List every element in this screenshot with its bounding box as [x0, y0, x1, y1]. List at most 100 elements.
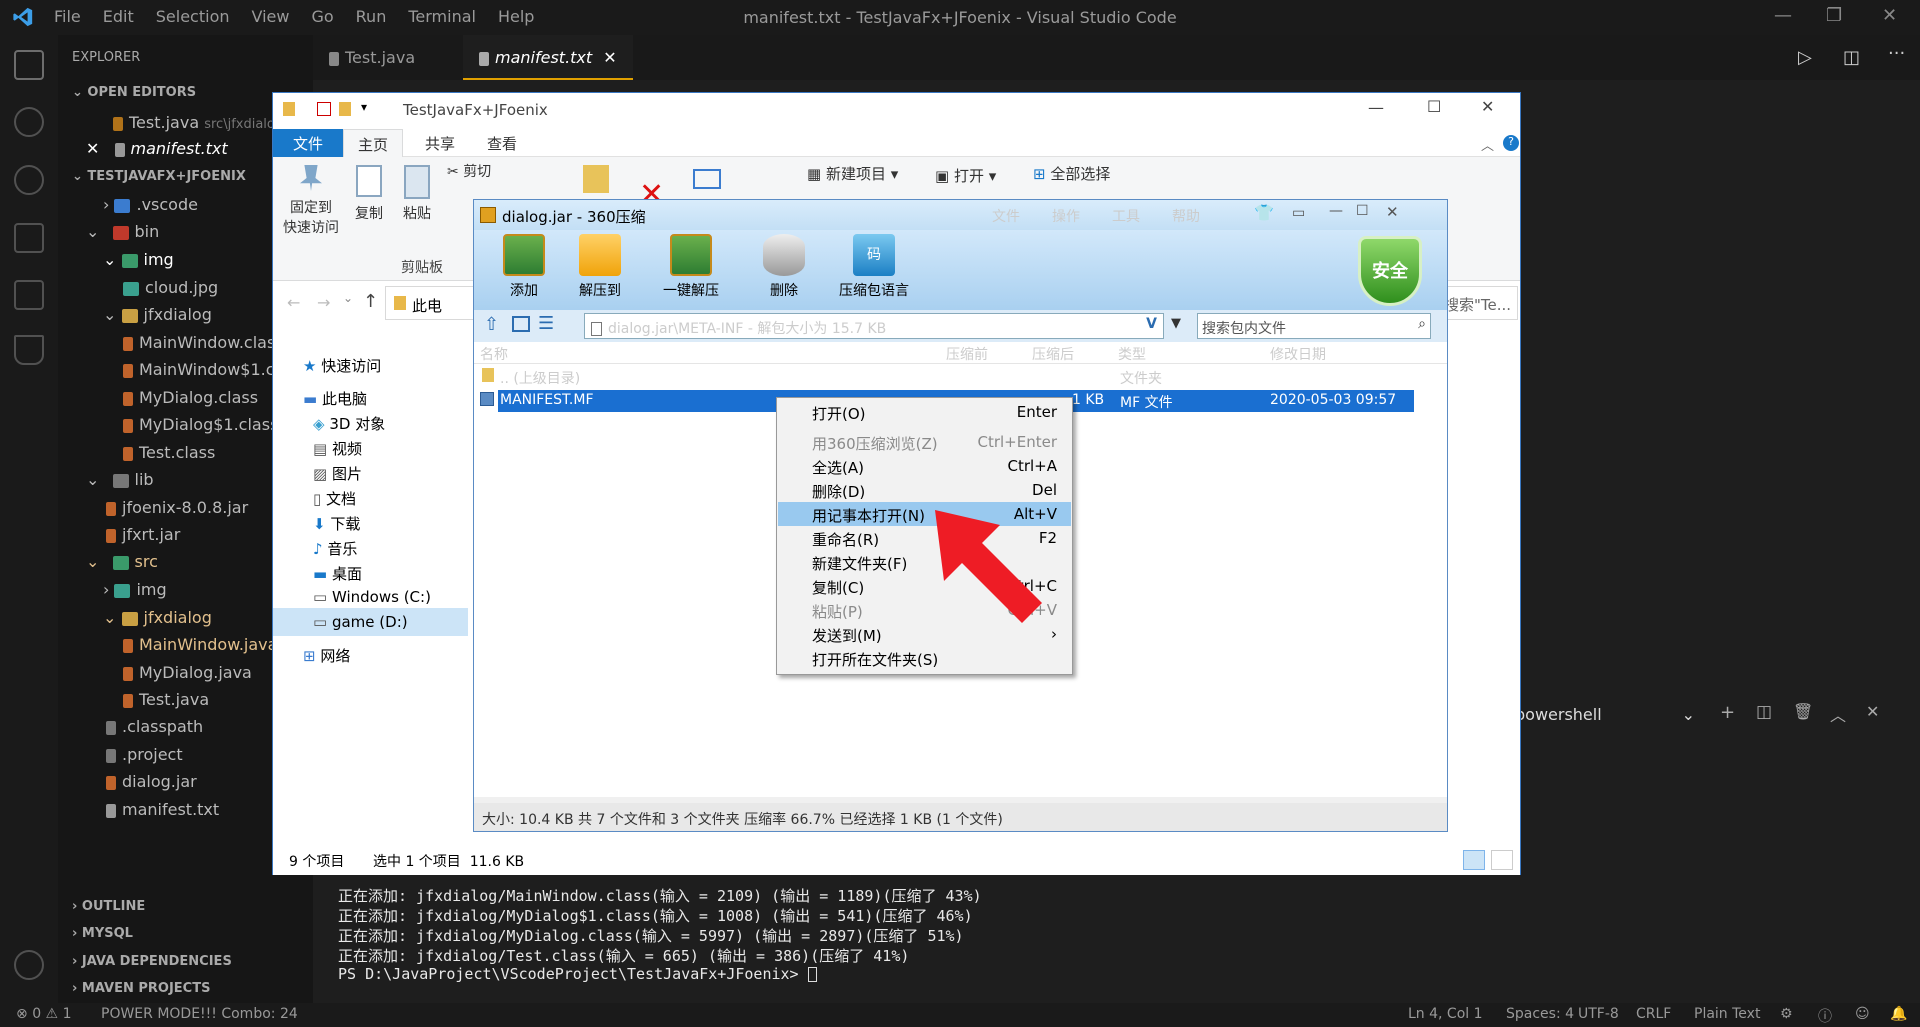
collapse-ribbon-icon[interactable]: ︿	[1481, 135, 1494, 154]
tree-item[interactable]: Test.class	[123, 443, 215, 462]
tree-item[interactable]: MyDialog$1.class	[123, 415, 278, 434]
col-before[interactable]: 压缩前	[946, 344, 988, 364]
nav-quick-access[interactable]: ★ 快速访问	[303, 355, 381, 376]
cut-button[interactable]: ✂ 剪切	[447, 161, 491, 181]
mysql-header[interactable]: › MYSQL	[72, 926, 133, 941]
minimize-icon[interactable]: —	[1368, 98, 1384, 117]
archive-language-button[interactable]: 码压缩包语言	[824, 234, 924, 300]
tree-item[interactable]: jfoenix-8.0.8.jar	[106, 498, 248, 517]
tree-item[interactable]: ⌄ lib	[86, 470, 154, 489]
zip-menu-help[interactable]: 帮助	[1172, 206, 1200, 226]
up-icon[interactable]: ↑	[363, 291, 378, 312]
close-icon[interactable]: ✕	[1481, 97, 1494, 116]
thumbnail-view-icon[interactable]	[512, 316, 530, 332]
split-editor-icon[interactable]: ◫	[1843, 47, 1860, 68]
close-icon[interactable]: ✕	[1882, 5, 1897, 26]
zip-menu-tools[interactable]: 工具	[1112, 206, 1140, 226]
close-icon[interactable]: ✕	[1386, 203, 1399, 221]
rename-icon[interactable]	[693, 169, 721, 189]
menu-item-select-all[interactable]: 全选(A) Ctrl+A	[778, 454, 1071, 478]
extract-to-button[interactable]: 解压到	[560, 234, 640, 300]
zip-menu-operate[interactable]: 操作	[1052, 206, 1080, 226]
tree-item[interactable]: manifest.txt	[106, 800, 219, 819]
col-after[interactable]: 压缩后	[1032, 344, 1074, 364]
nav-drive-c[interactable]: ▭ Windows (C:)	[313, 588, 431, 606]
minimize-icon[interactable]: —	[1774, 5, 1792, 26]
open-editor-item-active[interactable]: ✕ manifest.txt	[86, 139, 228, 158]
explorer-icon[interactable]	[14, 50, 44, 80]
address-input[interactable]: 此电	[385, 286, 481, 320]
paste-button[interactable]: 粘贴	[397, 165, 437, 223]
open-editors-header[interactable]: ⌄ OPEN EDITORS	[72, 85, 196, 100]
tree-item[interactable]: ⌄ img	[103, 250, 174, 269]
pin-quick-access-button[interactable]: 固定到 快速访问	[281, 165, 341, 237]
tree-item[interactable]: dialog.jar	[106, 772, 197, 791]
zip-search-input[interactable]: 搜索包内文件 ⌕	[1197, 313, 1431, 339]
tree-item[interactable]: cloud.jpg	[123, 278, 218, 297]
nav-this-pc[interactable]: ▬ 此电脑	[303, 388, 367, 409]
open-editor-item[interactable]: Test.java src\jfxdialog	[113, 113, 283, 132]
indentation[interactable]: Spaces: 4	[1506, 1006, 1574, 1022]
run-icon[interactable]: ▷	[1798, 47, 1812, 68]
maximize-icon[interactable]: ☐	[1356, 203, 1369, 219]
tab-manifest-txt[interactable]: manifest.txt ✕	[463, 35, 633, 80]
skin-icon[interactable]: 👕	[1254, 203, 1274, 222]
add-button[interactable]: 添加	[484, 234, 564, 300]
restore-icon[interactable]: ❐	[1826, 5, 1842, 26]
path-dropdown-icon[interactable]: ▼	[1171, 316, 1181, 331]
nav-3d-objects[interactable]: ◈ 3D 对象	[313, 413, 385, 434]
outline-header[interactable]: › OUTLINE	[72, 899, 145, 914]
tree-item[interactable]: .project	[106, 745, 183, 764]
tree-item[interactable]: ⌄ src	[86, 552, 158, 571]
tree-item[interactable]: MyDialog.java	[123, 663, 252, 682]
nav-videos[interactable]: ▤ 视频	[313, 438, 362, 459]
tab-view[interactable]: 查看	[473, 129, 531, 157]
tab-share[interactable]: 共享	[411, 129, 469, 157]
settings-gear-icon[interactable]	[14, 950, 44, 980]
split-terminal-icon[interactable]: ◫	[1756, 702, 1772, 722]
cursor-position[interactable]: Ln 4, Col 1	[1408, 1006, 1483, 1022]
open-button[interactable]: ▣ 打开 ▾	[935, 165, 996, 186]
tree-item[interactable]: MainWindow.class	[123, 333, 284, 352]
testing-icon[interactable]	[14, 335, 44, 365]
maximize-panel-icon[interactable]: ︿	[1830, 702, 1846, 726]
source-control-icon[interactable]	[14, 165, 44, 195]
eol[interactable]: CRLF	[1636, 1006, 1671, 1022]
nav-documents[interactable]: ▯ 文档	[313, 488, 356, 509]
zip-menu-file[interactable]: 文件	[992, 206, 1020, 226]
copy-button[interactable]: 复制	[349, 165, 389, 223]
nav-desktop[interactable]: ▬ 桌面	[313, 563, 362, 584]
feedback-icon[interactable]: ☺	[1855, 1006, 1870, 1022]
notifications-icon[interactable]: 🔔	[1890, 1006, 1907, 1022]
trash-icon[interactable]: 🗑	[1793, 702, 1813, 721]
nav-drive-d[interactable]: ▭ game (D:)	[313, 613, 408, 631]
tree-item[interactable]: jfxrt.jar	[106, 525, 180, 544]
properties-icon[interactable]	[317, 102, 331, 116]
col-type[interactable]: 类型	[1118, 344, 1146, 364]
feedback-icon[interactable]: ▭	[1292, 205, 1305, 221]
tree-item[interactable]: › .vscode	[103, 195, 198, 214]
maximize-icon[interactable]: ☐	[1427, 97, 1441, 116]
zip-path-field[interactable]: dialog.jar\META-INF - 解包大小为 15.7 KB V	[584, 313, 1164, 339]
select-all-button[interactable]: ⊞ 全部选择	[1033, 163, 1110, 184]
tree-item[interactable]: MainWindow.java	[123, 635, 277, 654]
qat-dropdown-icon[interactable]: ▾	[361, 100, 367, 114]
col-name[interactable]: 名称	[480, 344, 508, 364]
nav-network[interactable]: ⊞ 网络	[303, 645, 350, 666]
tab-test-java[interactable]: Test.java	[313, 35, 463, 80]
project-header[interactable]: ⌄ TESTJAVAFX+JFOENIX	[72, 169, 246, 184]
language-mode[interactable]: Plain Text	[1694, 1006, 1760, 1022]
back-icon[interactable]: ←	[287, 293, 300, 312]
nav-music[interactable]: ♪ 音乐	[313, 538, 357, 559]
large-icons-view-icon[interactable]	[1491, 850, 1513, 870]
search-icon[interactable]	[14, 107, 44, 137]
close-panel-icon[interactable]: ✕	[1866, 702, 1879, 721]
menu-item-delete[interactable]: 删除(D) Del	[778, 478, 1071, 502]
one-click-extract-button[interactable]: 一键解压	[646, 234, 736, 300]
explorer-search-input[interactable]: 搜索"Te...	[1443, 286, 1518, 320]
extensions-icon[interactable]	[14, 280, 44, 310]
menu-item-browse-360[interactable]: 用360压缩浏览(Z) Ctrl+Enter	[778, 430, 1071, 454]
up-level-icon[interactable]: ⇧	[484, 314, 499, 335]
terminal-prompt[interactable]: PS D:\JavaProject\VScodeProject\TestJava…	[338, 965, 817, 983]
nav-downloads[interactable]: ⬇ 下载	[313, 513, 360, 534]
